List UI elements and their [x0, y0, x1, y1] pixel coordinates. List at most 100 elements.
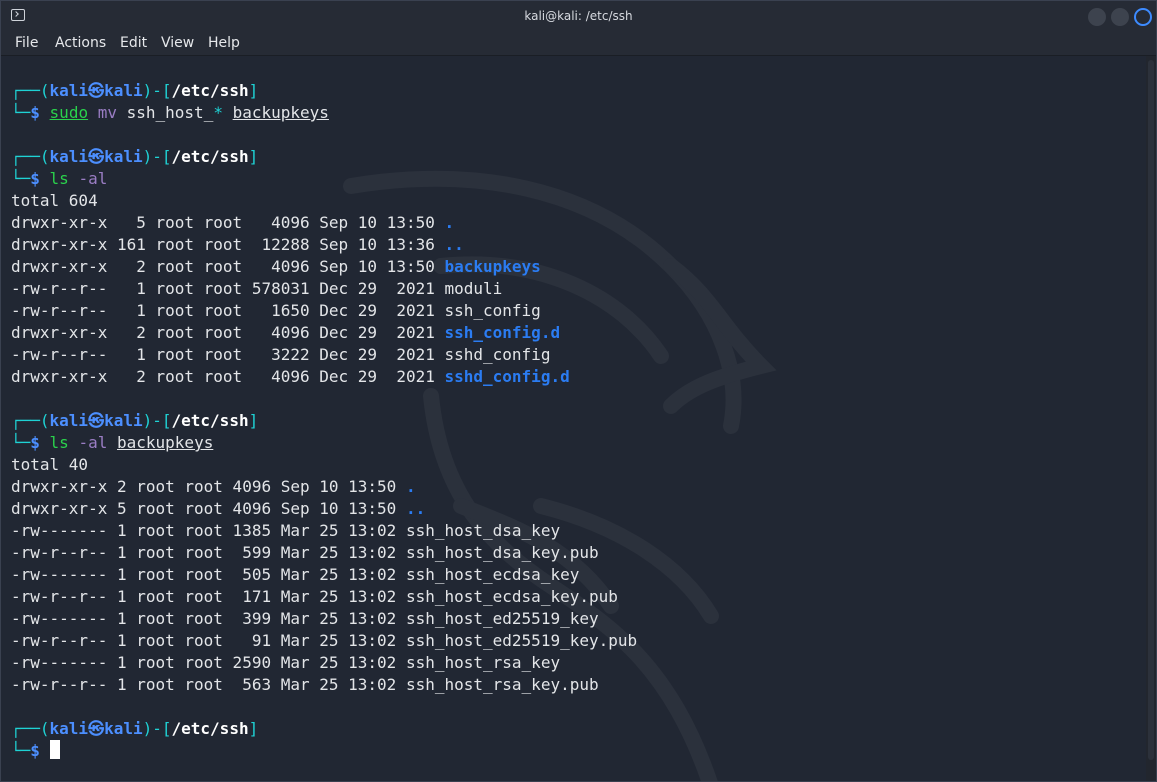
- command-arg: backupkeys: [232, 103, 329, 122]
- prompt-host: kali: [104, 719, 143, 738]
- menu-help[interactable]: Help: [208, 35, 240, 51]
- prompt-frame: ┌──(: [11, 411, 50, 430]
- prompt-at-symbol: ㉿: [88, 147, 105, 166]
- prompt-frame: └─: [11, 103, 31, 122]
- scrollbar[interactable]: [1146, 56, 1156, 781]
- scrollbar-thumb[interactable]: [1148, 60, 1154, 760]
- prompt-frame: ]: [248, 147, 259, 166]
- command-name: ls: [49, 169, 69, 188]
- prompt-cwd: /etc/ssh: [171, 719, 249, 738]
- listing-meta: -rw-r--r-- 1 root root 171 Mar 25 13:02: [11, 587, 406, 606]
- prompt-symbol: $: [30, 169, 40, 188]
- output-line: -rw-r--r-- 1 root root 1650 Dec 29 2021 …: [11, 300, 541, 322]
- output-line: -rw-r--r-- 1 root root 3222 Dec 29 2021 …: [11, 344, 550, 366]
- prompt-symbol: $: [30, 103, 40, 122]
- prompt-header: ┌──(kali㉿kali)-[/etc/ssh]: [11, 146, 258, 168]
- command-arg: backupkeys: [117, 433, 214, 452]
- output-line: -rw-r--r-- 1 root root 91 Mar 25 13:02 s…: [11, 630, 637, 652]
- prompt-cwd: /etc/ssh: [171, 147, 249, 166]
- output-line: total 40: [11, 454, 88, 476]
- file-name: moduli: [444, 279, 503, 298]
- directory-name: sshd_config.d: [444, 367, 570, 386]
- maximize-button[interactable]: [1111, 8, 1129, 26]
- directory-name: ..: [405, 499, 426, 518]
- output-line: drwxr-xr-x 2 root root 4096 Sep 10 13:50…: [11, 476, 416, 498]
- prompt-user: kali: [49, 81, 89, 100]
- prompt-frame: ┌──(: [11, 147, 50, 166]
- prompt-frame: └─: [11, 169, 31, 188]
- prompt-header: ┌──(kali㉿kali)-[/etc/ssh]: [11, 718, 258, 740]
- menu-file[interactable]: File: [15, 35, 38, 51]
- output-line: -rw-r--r-- 1 root root 171 Mar 25 13:02 …: [11, 586, 618, 608]
- text-cursor[interactable]: [49, 740, 60, 759]
- file-name: ssh_host_ecdsa_key: [405, 565, 580, 584]
- command-line: └─$: [11, 740, 60, 762]
- prompt-cwd: /etc/ssh: [171, 81, 249, 100]
- prompt-at-symbol: ㉿: [88, 81, 105, 100]
- prompt-frame: └─: [11, 433, 31, 452]
- terminal-area[interactable]: ┌──(kali㉿kali)-[/etc/ssh] └─$ sudo mv ssh…: [1, 56, 1146, 781]
- window-title: kali@kali: /etc/ssh: [524, 9, 633, 23]
- command-line: └─$ ls -al: [11, 168, 107, 190]
- file-name: ssh_host_ed25519_key.pub: [405, 631, 638, 650]
- prompt-frame: ┌──(: [11, 81, 50, 100]
- listing-meta: -rw-r--r-- 1 root root 599 Mar 25 13:02: [11, 543, 406, 562]
- file-name: sshd_config: [444, 345, 551, 364]
- command-arg: *: [213, 103, 223, 122]
- listing-meta: drwxr-xr-x 2 root root 4096 Sep 10 13:50: [11, 257, 445, 276]
- directory-name: backupkeys: [444, 257, 541, 276]
- prompt-frame: ┌──(: [11, 719, 50, 738]
- listing-meta: -rw------- 1 root root 505 Mar 25 13:02: [11, 565, 406, 584]
- directory-name: .: [444, 213, 455, 232]
- prompt-frame: )-[: [142, 719, 172, 738]
- prompt-cwd: /etc/ssh: [171, 411, 249, 430]
- listing-meta: drwxr-xr-x 2 root root 4096 Dec 29 2021: [11, 323, 445, 342]
- command-name: sudo: [49, 103, 89, 122]
- listing-meta: total 40: [11, 455, 89, 474]
- listing-meta: -rw------- 1 root root 2590 Mar 25 13:02: [11, 653, 406, 672]
- listing-meta: -rw------- 1 root root 399 Mar 25 13:02: [11, 609, 406, 628]
- command-arg: -al: [78, 433, 108, 452]
- prompt-frame: ]: [248, 81, 259, 100]
- prompt-frame: )-[: [142, 147, 172, 166]
- prompt-user: kali: [49, 719, 89, 738]
- menu-bar: File Actions Edit View Help: [1, 33, 1156, 56]
- listing-meta: -rw-r--r-- 1 root root 1650 Dec 29 2021: [11, 301, 445, 320]
- file-name: ssh_host_ed25519_key: [405, 609, 599, 628]
- menu-actions[interactable]: Actions: [55, 35, 106, 51]
- command-name: ls: [49, 433, 69, 452]
- output-line: drwxr-xr-x 2 root root 4096 Dec 29 2021 …: [11, 322, 560, 344]
- output-line: -rw-r--r-- 1 root root 578031 Dec 29 202…: [11, 278, 502, 300]
- prompt-symbol: $: [30, 433, 40, 452]
- command-line: └─$ ls -al backupkeys: [11, 432, 213, 454]
- prompt-host: kali: [104, 81, 143, 100]
- prompt-header: ┌──(kali㉿kali)-[/etc/ssh]: [11, 80, 258, 102]
- title-bar[interactable]: kali@kali: /etc/ssh: [1, 1, 1156, 33]
- file-name: ssh_host_rsa_key: [405, 653, 561, 672]
- prompt-at-symbol: ㉿: [88, 719, 105, 738]
- file-name: ssh_host_dsa_key.pub: [405, 543, 599, 562]
- file-name: ssh_host_rsa_key.pub: [405, 675, 599, 694]
- output-line: drwxr-xr-x 2 root root 4096 Dec 29 2021 …: [11, 366, 570, 388]
- menu-edit[interactable]: Edit: [120, 35, 147, 51]
- close-button[interactable]: [1134, 8, 1152, 26]
- listing-meta: -rw-r--r-- 1 root root 578031 Dec 29 202…: [11, 279, 445, 298]
- prompt-frame: ]: [248, 719, 259, 738]
- prompt-host: kali: [104, 147, 143, 166]
- menu-view[interactable]: View: [161, 35, 194, 51]
- prompt-header: ┌──(kali㉿kali)-[/etc/ssh]: [11, 410, 258, 432]
- output-line: -rw------- 1 root root 399 Mar 25 13:02 …: [11, 608, 599, 630]
- output-line: total 604: [11, 190, 98, 212]
- prompt-at-symbol: ㉿: [88, 411, 105, 430]
- output-line: drwxr-xr-x 5 root root 4096 Sep 10 13:50…: [11, 498, 425, 520]
- directory-name: .: [405, 477, 416, 496]
- output-line: -rw------- 1 root root 505 Mar 25 13:02 …: [11, 564, 579, 586]
- listing-meta: drwxr-xr-x 5 root root 4096 Sep 10 13:50: [11, 213, 445, 232]
- listing-meta: -rw-r--r-- 1 root root 91 Mar 25 13:02: [11, 631, 406, 650]
- listing-meta: -rw-r--r-- 1 root root 563 Mar 25 13:02: [11, 675, 406, 694]
- listing-meta: drwxr-xr-x 161 root root 12288 Sep 10 13…: [11, 235, 445, 254]
- minimize-button[interactable]: [1088, 8, 1106, 26]
- listing-meta: drwxr-xr-x 2 root root 4096 Sep 10 13:50: [11, 477, 406, 496]
- terminal-window: kali@kali: /etc/ssh File Actions Edit Vi…: [0, 0, 1157, 782]
- listing-meta: drwxr-xr-x 2 root root 4096 Dec 29 2021: [11, 367, 445, 386]
